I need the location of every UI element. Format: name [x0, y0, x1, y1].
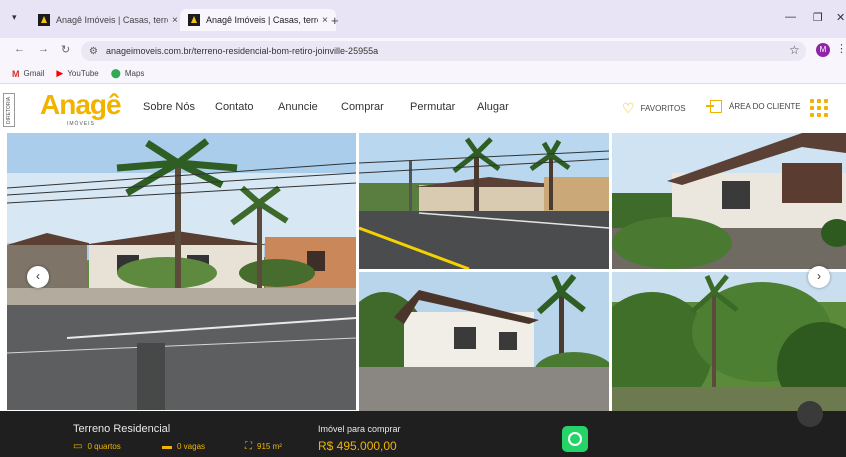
- gallery-photo-main[interactable]: [7, 133, 356, 410]
- whatsapp-icon: [568, 432, 582, 446]
- chevron-right-icon: ›: [817, 269, 821, 283]
- url-text: anageimoveis.com.br/terreno-residencial-…: [105, 46, 379, 56]
- heart-icon: ♡: [622, 100, 635, 116]
- chevron-left-icon: ‹: [36, 269, 40, 283]
- bookmark-gmail[interactable]: M Gmail: [12, 69, 44, 79]
- parking-value: 0 vagas: [177, 442, 206, 451]
- forward-icon[interactable]: →: [38, 43, 49, 55]
- side-label[interactable]: DIRETORIA: [3, 93, 15, 127]
- browser-tab[interactable]: Anagê Imóveis | Casas, terreno ×: [30, 9, 186, 31]
- bookmark-star-icon[interactable]: ☆: [789, 43, 800, 57]
- new-tab-button[interactable]: +: [331, 13, 339, 28]
- browser-tab-strip: ▾ Anagê Imóveis | Casas, terreno × Anagê…: [0, 0, 846, 38]
- bookmarks-bar: M Gmail ▶ YouTube ⬤ Maps: [0, 64, 846, 84]
- area-feature: ⛶ 915 m²: [245, 441, 282, 452]
- whatsapp-button[interactable]: [562, 426, 588, 452]
- bedrooms-feature: ▭ 0 quartos: [73, 441, 121, 452]
- nav-comprar[interactable]: Comprar: [341, 101, 384, 113]
- bookmark-label: YouTube: [67, 69, 99, 78]
- gallery-photo-vegetation[interactable]: [612, 272, 846, 411]
- client-area-link[interactable]: ÁREA DO CLIENTE: [706, 100, 801, 113]
- maps-icon: ⬤: [110, 68, 121, 78]
- gallery-next-button[interactable]: ›: [808, 266, 830, 288]
- price-label: Imóvel para comprar: [318, 424, 401, 434]
- browser-toolbar: ← → ↻ ⚙ anageimoveis.com.br/terreno-resi…: [0, 38, 846, 64]
- back-icon[interactable]: ←: [14, 43, 25, 55]
- gallery-prev-button[interactable]: ‹: [27, 266, 49, 288]
- browser-tab-active[interactable]: Anagê Imóveis | Casas, terreno ×: [180, 9, 336, 31]
- tab-search-icon[interactable]: ▾: [12, 12, 17, 23]
- nav-anuncie[interactable]: Anuncie: [278, 101, 318, 113]
- close-window-icon[interactable]: ✕: [836, 11, 845, 24]
- anage-favicon-icon: [188, 14, 200, 26]
- profile-avatar[interactable]: M: [816, 43, 830, 57]
- apps-grid-icon[interactable]: [808, 97, 830, 119]
- address-bar[interactable]: ⚙ anageimoveis.com.br/terreno-residencia…: [81, 41, 806, 61]
- bookmark-label: Gmail: [23, 69, 45, 78]
- parking-feature: ▬ 0 vagas: [162, 441, 205, 452]
- chat-widget-button[interactable]: [797, 401, 823, 427]
- logo-word: Anagê: [40, 89, 122, 120]
- favorites-label: FAVORITOS: [640, 104, 686, 113]
- listing-info-bar: Terreno Residencial ▭ 0 quartos ▬ 0 vaga…: [0, 411, 846, 457]
- price-value: R$ 495.000,00: [318, 439, 397, 453]
- tab-title: Anagê Imóveis | Casas, terreno: [56, 15, 168, 25]
- restore-icon[interactable]: ❐: [813, 11, 823, 24]
- photo-gallery: ‹ ›: [0, 133, 846, 411]
- anage-logo[interactable]: Anagê IMÓVEIS: [40, 90, 124, 130]
- login-icon: [706, 100, 722, 113]
- nav-contato[interactable]: Contato: [215, 101, 254, 113]
- bookmark-maps[interactable]: ⬤ Maps: [111, 68, 145, 79]
- gmail-icon: M: [12, 68, 20, 79]
- site-header: DIRETORIA Anagê IMÓVEIS Sobre Nós Contat…: [0, 85, 846, 133]
- gallery-photo-street[interactable]: [359, 133, 609, 269]
- nav-alugar[interactable]: Alugar: [477, 101, 509, 113]
- bookmark-label: Maps: [124, 69, 145, 78]
- anage-favicon-icon: [38, 14, 50, 26]
- area-value: 915 m²: [257, 442, 282, 451]
- gallery-photo-house-side[interactable]: [612, 133, 846, 269]
- client-area-label: ÁREA DO CLIENTE: [729, 102, 801, 111]
- nav-permutar[interactable]: Permutar: [410, 101, 455, 113]
- close-tab-icon[interactable]: ×: [172, 15, 178, 26]
- close-tab-icon[interactable]: ×: [322, 15, 328, 26]
- area-icon: ⛶: [245, 441, 252, 452]
- logo-sub: IMÓVEIS: [67, 121, 95, 127]
- bookmark-youtube[interactable]: ▶ YouTube: [56, 68, 98, 79]
- car-icon: ▬: [162, 441, 172, 452]
- bed-icon: ▭: [73, 441, 83, 452]
- site-info-icon[interactable]: ⚙: [89, 46, 98, 57]
- minimize-icon[interactable]: —: [785, 11, 796, 23]
- tab-title: Anagê Imóveis | Casas, terreno: [206, 15, 318, 25]
- gallery-photo-house-front[interactable]: [359, 272, 609, 411]
- browser-menu-icon[interactable]: ⋮: [836, 42, 846, 55]
- favorites-link[interactable]: ♡ FAVORITOS: [622, 100, 686, 117]
- bedrooms-value: 0 quartos: [87, 442, 121, 451]
- nav-sobre-nos[interactable]: Sobre Nós: [143, 101, 195, 113]
- reload-icon[interactable]: ↻: [61, 43, 70, 56]
- youtube-icon: ▶: [56, 68, 64, 78]
- listing-title: Terreno Residencial: [73, 423, 171, 435]
